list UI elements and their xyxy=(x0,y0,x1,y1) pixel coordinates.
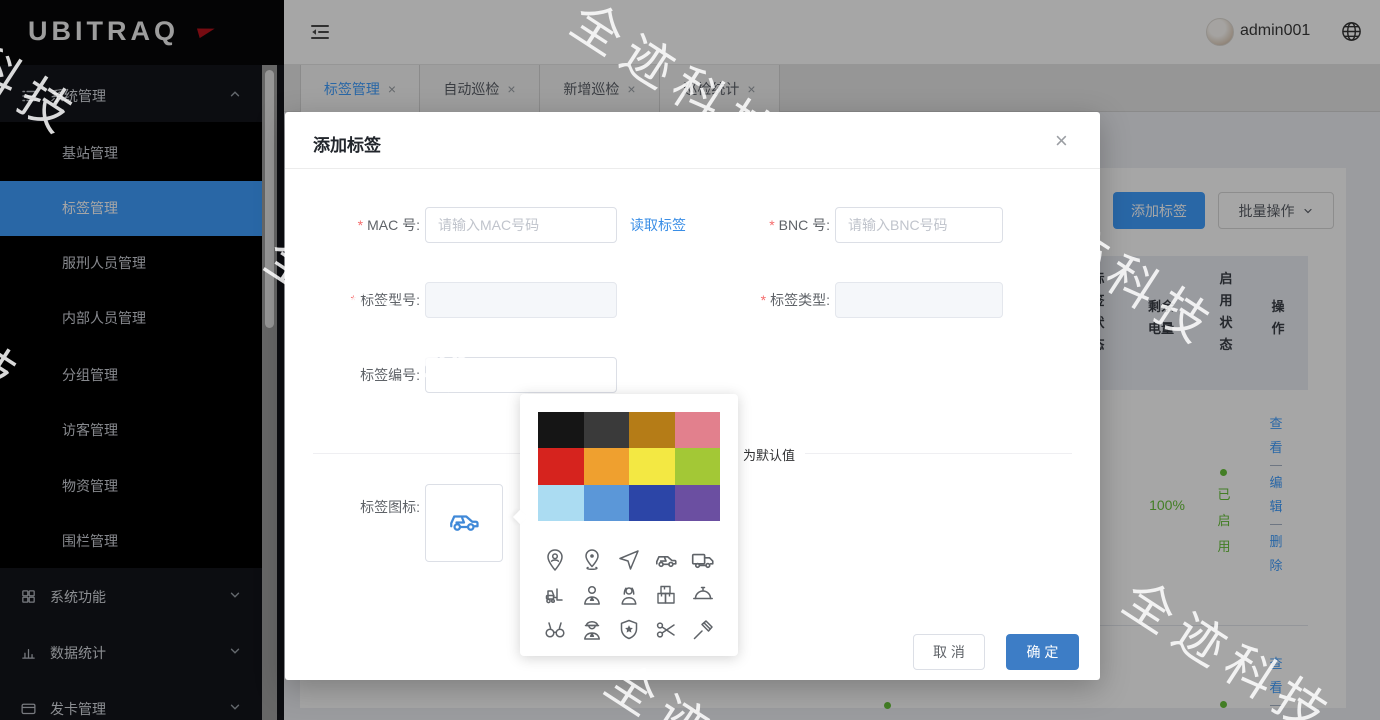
person-pin-icon[interactable] xyxy=(536,542,573,577)
color-swatch[interactable] xyxy=(584,485,630,521)
color-swatch[interactable] xyxy=(675,412,721,448)
selected-tag-icon-box[interactable] xyxy=(425,484,503,562)
cancel-button[interactable]: 取 消 xyxy=(913,634,985,670)
forklift-icon[interactable] xyxy=(536,577,573,612)
app: UBITRAQ 系统管理 基站管理 标签管理 服刑人员管理 内部人员管理 分组管… xyxy=(0,0,1380,720)
read-tag-link[interactable]: 读取标签 xyxy=(630,207,686,243)
boxes-icon[interactable] xyxy=(648,577,685,612)
navigation-icon[interactable] xyxy=(610,542,647,577)
tag-icon-label: 标签图标: xyxy=(303,489,420,525)
color-swatch[interactable] xyxy=(584,448,630,484)
tag-code-label: 标签编号: xyxy=(303,357,420,393)
tag-code-input[interactable] xyxy=(425,357,617,393)
tag-type-input[interactable] xyxy=(835,282,1003,318)
tag-model-label: *标签型号: xyxy=(303,282,420,318)
required-mark: * xyxy=(358,217,363,233)
safety-helmet-icon[interactable] xyxy=(685,577,722,612)
color-swatch[interactable] xyxy=(629,448,675,484)
police-officer-icon[interactable] xyxy=(573,612,610,647)
mac-label: *MAC 号: xyxy=(303,207,420,243)
color-swatch[interactable] xyxy=(584,412,630,448)
divider xyxy=(285,168,1100,169)
color-swatch-grid xyxy=(538,412,720,521)
default-value-note: 为默认值 xyxy=(733,445,805,464)
car-icon[interactable] xyxy=(648,542,685,577)
location-pin-icon[interactable] xyxy=(573,542,610,577)
close-icon[interactable]: × xyxy=(1055,130,1068,152)
handcuffs-icon[interactable] xyxy=(536,612,573,647)
car-icon xyxy=(446,503,482,544)
hammer-icon[interactable] xyxy=(685,612,722,647)
woman-icon[interactable] xyxy=(610,577,647,612)
required-mark: * xyxy=(769,217,774,233)
confirm-button[interactable]: 确 定 xyxy=(1006,634,1079,670)
truck-icon[interactable] xyxy=(685,542,722,577)
man-icon[interactable] xyxy=(573,577,610,612)
color-swatch[interactable] xyxy=(675,485,721,521)
color-swatch[interactable] xyxy=(538,448,584,484)
dialog-title: 添加标签 xyxy=(313,131,381,156)
required-mark: * xyxy=(351,292,356,308)
icon-grid xyxy=(536,542,722,647)
color-swatch[interactable] xyxy=(675,448,721,484)
icon-color-picker xyxy=(520,394,738,656)
mac-input[interactable] xyxy=(425,207,617,243)
color-swatch[interactable] xyxy=(538,485,584,521)
tag-model-input[interactable] xyxy=(425,282,617,318)
color-swatch[interactable] xyxy=(629,412,675,448)
color-swatch[interactable] xyxy=(538,412,584,448)
bnc-label: *BNC 号: xyxy=(713,207,830,243)
required-mark: * xyxy=(761,292,766,308)
scissors-icon[interactable] xyxy=(648,612,685,647)
tag-type-label: *标签类型: xyxy=(713,282,830,318)
color-swatch[interactable] xyxy=(629,485,675,521)
bnc-input[interactable] xyxy=(835,207,1003,243)
shield-star-icon[interactable] xyxy=(610,612,647,647)
